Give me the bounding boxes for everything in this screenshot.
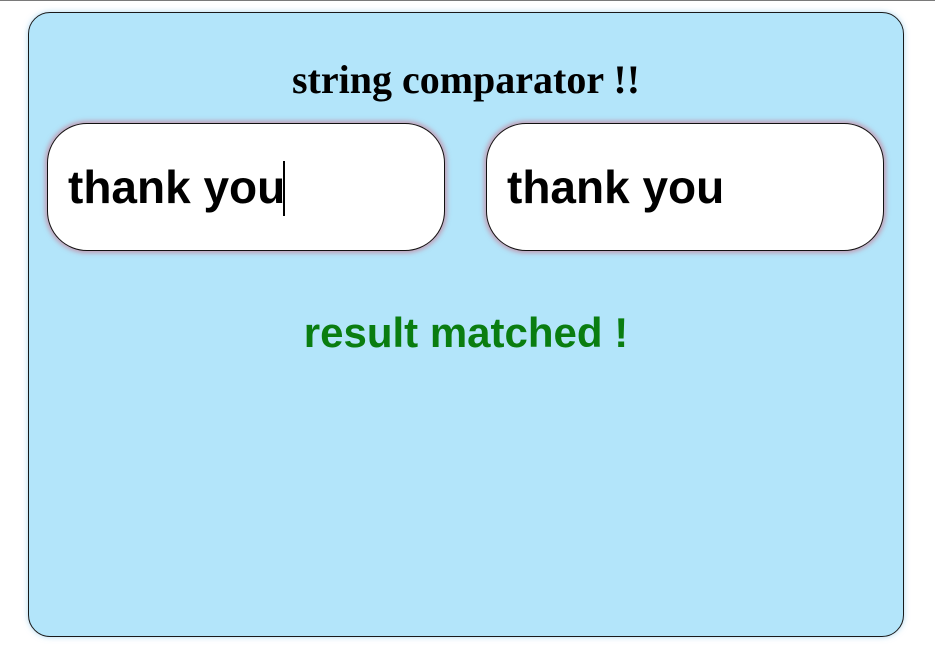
- result-message: result matched !: [303, 309, 629, 356]
- first-string-input[interactable]: [47, 123, 445, 251]
- top-divider: [0, 0, 935, 1]
- comparator-panel: string comparator !! result matched !: [28, 12, 904, 637]
- second-string-input[interactable]: [486, 123, 884, 251]
- text-cursor: [283, 161, 285, 216]
- page-title: string comparator !!: [291, 57, 641, 102]
